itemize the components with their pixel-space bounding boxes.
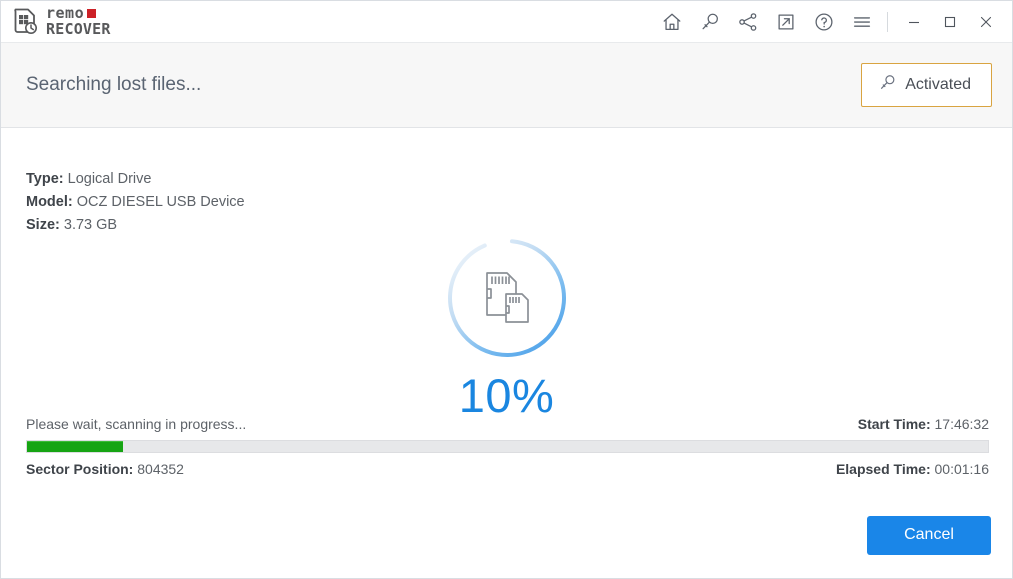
device-size-value: 3.73 GB — [64, 217, 117, 233]
maximize-button[interactable] — [932, 1, 968, 42]
scan-progress-bar-fill — [27, 441, 123, 453]
remo-document-icon — [13, 8, 39, 36]
logo-primary-text: remo — [46, 6, 84, 21]
help-icon[interactable] — [805, 1, 843, 42]
device-size-label: Size: — [26, 217, 60, 233]
page-header: Searching lost files... Activated — [1, 42, 1012, 128]
minimize-button[interactable] — [896, 1, 932, 42]
device-info: Type: Logical Drive Model: OCZ DIESEL US… — [26, 168, 245, 237]
close-button[interactable] — [968, 1, 1004, 42]
start-time: Start Time: 17:46:32 — [858, 416, 989, 432]
cancel-button[interactable]: Cancel — [867, 516, 991, 555]
key-icon[interactable] — [691, 1, 729, 42]
scan-status-top-row: Please wait, scanning in progress... Sta… — [26, 416, 989, 432]
device-model-label: Model: — [26, 194, 73, 210]
elapsed-time: Elapsed Time: 00:01:16 — [836, 461, 989, 477]
scan-status-area: Please wait, scanning in progress... Sta… — [26, 416, 989, 477]
elapsed-time-value: 00:01:16 — [935, 461, 990, 477]
device-model-row: Model: OCZ DIESEL USB Device — [26, 191, 245, 214]
scan-percent-text: 10% — [459, 372, 555, 419]
sector-position: Sector Position: 804352 — [26, 461, 184, 477]
page-title: Searching lost files... — [26, 74, 201, 96]
app-window: remo RECOVER — [0, 0, 1013, 579]
scan-status-bottom-row: Sector Position: 804352 Elapsed Time: 00… — [26, 461, 989, 477]
start-time-value: 17:46:32 — [935, 416, 990, 432]
sector-position-value: 804352 — [137, 461, 184, 477]
device-size-row: Size: 3.73 GB — [26, 214, 245, 237]
title-bar-actions — [653, 1, 1012, 42]
activated-button-label: Activated — [905, 76, 971, 94]
app-logo-wordmark: remo RECOVER — [46, 6, 111, 37]
device-model-value: OCZ DIESEL USB Device — [77, 194, 245, 210]
home-icon[interactable] — [653, 1, 691, 42]
elapsed-time-label: Elapsed Time: — [836, 461, 931, 477]
device-type-label: Type: — [26, 171, 64, 187]
scan-wait-message: Please wait, scanning in progress... — [26, 416, 246, 432]
scan-progress-indicator: 10% — [1, 236, 1012, 419]
device-type-value: Logical Drive — [68, 171, 152, 187]
share-icon[interactable] — [729, 1, 767, 42]
external-link-icon[interactable] — [767, 1, 805, 42]
circular-progress-ring — [445, 236, 569, 360]
scan-body: Type: Logical Drive Model: OCZ DIESEL US… — [1, 128, 1012, 492]
scan-progress-bar — [26, 440, 989, 453]
sector-position-label: Sector Position: — [26, 461, 133, 477]
activated-button[interactable]: Activated — [861, 63, 992, 107]
logo-red-square-icon — [87, 9, 96, 18]
sd-card-icon — [445, 236, 569, 360]
start-time-label: Start Time: — [858, 416, 931, 432]
key-icon — [878, 73, 897, 97]
logo-secondary-text: RECOVER — [46, 22, 111, 37]
menu-icon[interactable] — [843, 1, 881, 42]
device-type-row: Type: Logical Drive — [26, 168, 245, 191]
title-bar-divider — [887, 12, 888, 32]
app-logo: remo RECOVER — [13, 6, 111, 37]
title-bar: remo RECOVER — [1, 1, 1012, 42]
footer-bar: Cancel — [1, 492, 1012, 578]
